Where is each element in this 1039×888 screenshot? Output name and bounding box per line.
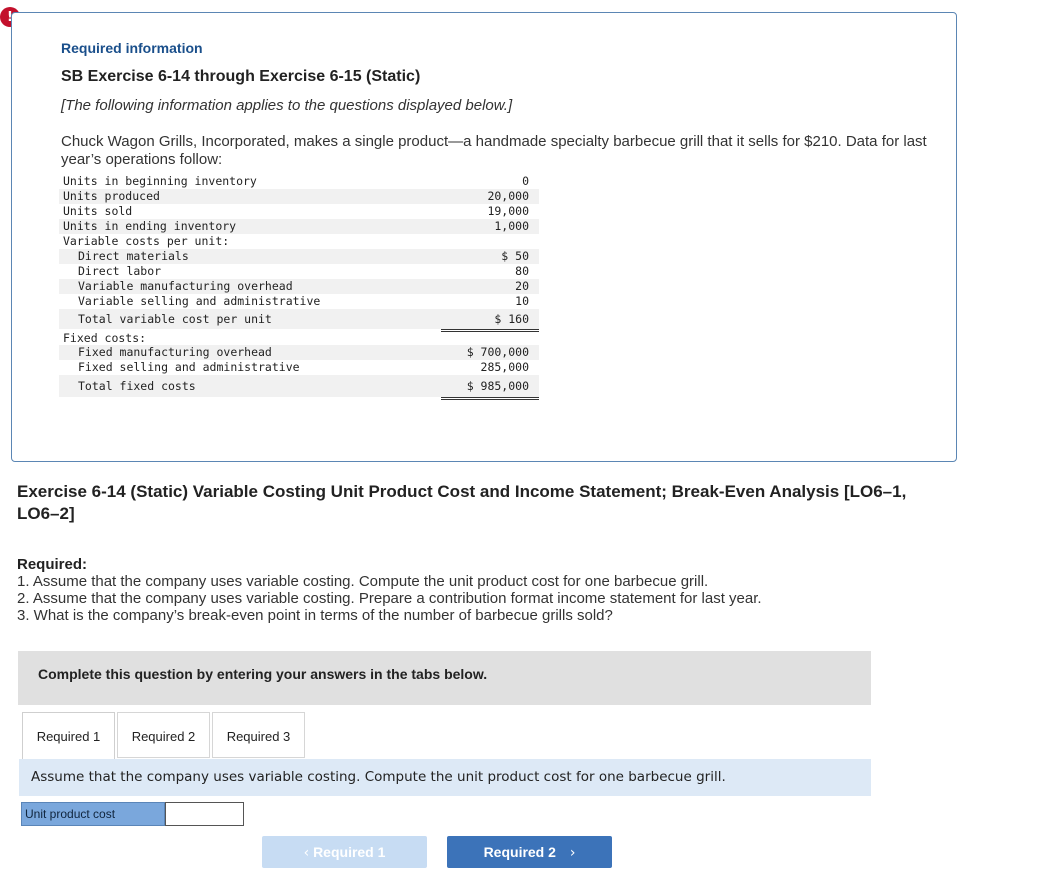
exercise-set-title: SB Exercise 6-14 through Exercise 6-15 (…: [61, 68, 421, 85]
row-value: $ 50: [501, 249, 529, 263]
list-item: 2. Assume that the company uses variable…: [17, 590, 762, 607]
tab-required-2[interactable]: Required 2: [117, 712, 210, 758]
table-row: Total variable cost per unit $ 160: [59, 309, 539, 332]
row-label: Variable costs per unit:: [63, 234, 230, 248]
table-row: Fixed selling and administrative 285,000: [59, 360, 539, 376]
applies-note: [The following information applies to th…: [61, 97, 513, 114]
exercise-title: Exercise 6-14 (Static) Variable Costing …: [17, 482, 907, 523]
list-item: 1. Assume that the company uses variable…: [17, 573, 709, 590]
unit-product-cost-input[interactable]: [165, 802, 244, 826]
complete-question-banner: Complete this question by entering your …: [18, 651, 871, 705]
intro-paragraph: Chuck Wagon Grills, Incorporated, makes …: [61, 133, 927, 168]
row-value: 0: [522, 174, 529, 188]
tab-instruction: Assume that the company uses variable co…: [19, 759, 871, 796]
row-value: 20,000: [487, 189, 529, 203]
row-value: 20: [515, 279, 529, 293]
next-button-label: Required 2: [483, 844, 556, 860]
table-row: Fixed manufacturing overhead $ 700,000: [59, 345, 539, 360]
row-label: Fixed selling and administrative: [78, 360, 300, 374]
table-row: Variable costs per unit:: [59, 234, 539, 249]
row-label: Variable manufacturing overhead: [78, 279, 293, 293]
tab-required-1[interactable]: Required 1: [22, 712, 115, 759]
chevron-left-icon: ‹: [303, 845, 310, 861]
required-information-heading: Required information: [61, 40, 203, 56]
table-row: Total fixed costs $ 985,000: [59, 375, 539, 400]
table-row: Variable manufacturing overhead 20: [59, 279, 539, 294]
row-value: 285,000: [441, 360, 539, 376]
row-value: 1,000: [494, 219, 529, 233]
row-label: Total fixed costs: [78, 379, 196, 393]
previous-required-button[interactable]: ‹ Required 1: [262, 836, 427, 868]
row-value: $ 985,000: [441, 375, 539, 400]
table-row: Units produced 20,000: [59, 189, 539, 204]
row-label: Variable selling and administrative: [78, 294, 321, 308]
row-label: Direct materials: [78, 249, 189, 263]
table-row: Direct labor 80: [59, 264, 539, 279]
tab-required-3[interactable]: Required 3: [212, 712, 305, 758]
row-value: $ 700,000: [466, 345, 529, 359]
row-label: Units sold: [63, 204, 133, 218]
row-value: 19,000: [487, 204, 529, 218]
table-row: Units in ending inventory 1,000: [59, 219, 539, 234]
row-label: Units in beginning inventory: [63, 174, 257, 188]
list-item: 3. What is the company’s break-even poin…: [17, 607, 613, 624]
table-row: Units sold 19,000: [59, 204, 539, 219]
table-row: Units in beginning inventory 0: [59, 174, 539, 189]
unit-product-cost-label: Unit product cost: [21, 802, 165, 826]
row-label: Units produced: [63, 189, 160, 203]
row-label: Fixed manufacturing overhead: [78, 345, 272, 359]
next-required-button[interactable]: Required 2 ›: [447, 836, 612, 868]
table-row: Direct materials $ 50: [59, 249, 539, 264]
table-row: Variable selling and administrative 10: [59, 294, 539, 310]
required-list: Required: 1. Assume that the company use…: [17, 556, 762, 624]
chevron-right-icon: ›: [569, 845, 576, 861]
row-label: Direct labor: [78, 264, 162, 278]
required-heading: Required:: [17, 556, 88, 573]
row-value: 10: [441, 294, 539, 310]
operations-data-table: Units in beginning inventory 0 Units pro…: [59, 174, 539, 400]
row-label: Units in ending inventory: [63, 219, 237, 233]
previous-button-label: Required 1: [313, 844, 386, 860]
row-label: Total variable cost per unit: [78, 312, 272, 326]
table-row: Fixed costs:: [59, 329, 539, 345]
row-value: 80: [515, 264, 529, 278]
